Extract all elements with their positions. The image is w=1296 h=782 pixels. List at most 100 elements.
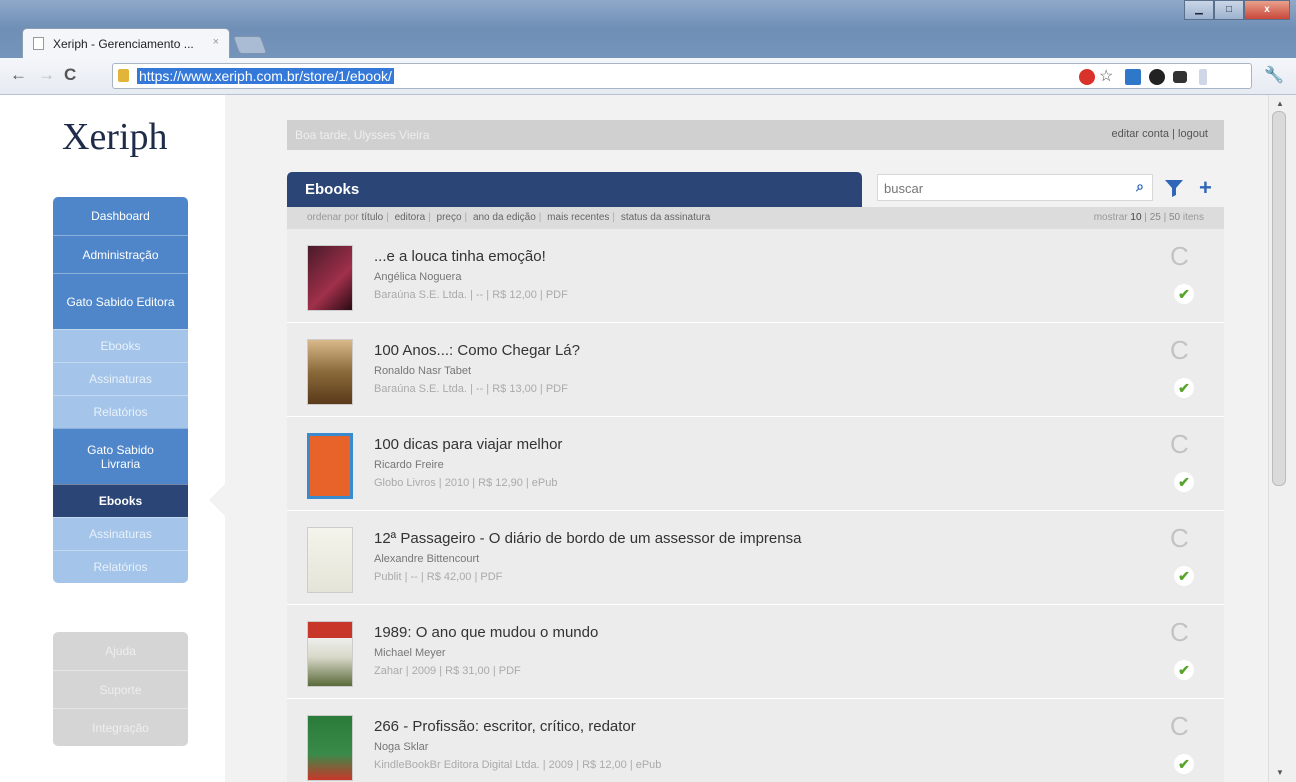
sidebar-item-dashboard[interactable]: Dashboard [53, 197, 188, 235]
status-c-icon[interactable]: C [1170, 711, 1189, 742]
extension-faded-icon[interactable] [1199, 69, 1207, 85]
page-size-25[interactable]: 25 [1150, 212, 1161, 223]
book-title[interactable]: 100 dicas para viajar melhor [374, 436, 562, 453]
url-text[interactable]: https://www.xeriph.com.br/store/1/ebook/ [137, 68, 394, 84]
check-icon[interactable]: ✔ [1174, 660, 1194, 680]
sort-option-ano[interactable]: ano da edição [473, 212, 536, 223]
book-title[interactable]: ...e a louca tinha emoção! [374, 248, 546, 265]
book-meta: KindleBookBr Editora Digital Ltda. | 200… [374, 759, 662, 771]
ebook-row[interactable]: 100 Anos...: Como Chegar Lá? Ronaldo Nas… [287, 323, 1224, 417]
ebook-row[interactable]: 100 dicas para viajar melhor Ricardo Fre… [287, 417, 1224, 511]
binoculars-icon[interactable] [1173, 71, 1187, 83]
ebook-row[interactable]: ...e a louca tinha emoção! Angélica Nogu… [287, 229, 1224, 323]
search-input[interactable] [884, 178, 1114, 198]
ebook-list: ...e a louca tinha emoção! Angélica Nogu… [287, 229, 1224, 782]
sidebar-item-gato-sabido-livraria[interactable]: Gato Sabido Livraria [53, 428, 188, 484]
logout-link[interactable]: logout [1178, 128, 1208, 140]
book-cover[interactable] [307, 715, 353, 781]
extension-icon[interactable] [1125, 69, 1141, 85]
page-size-10[interactable]: 10 [1130, 212, 1141, 223]
book-meta: Globo Livros | 2010 | R$ 12,90 | ePub [374, 477, 558, 489]
help-item-ajuda[interactable]: Ajuda [53, 632, 188, 670]
scrollbar-thumb[interactable] [1272, 111, 1286, 486]
book-title[interactable]: 266 - Profissão: escritor, crítico, reda… [374, 718, 636, 735]
status-c-icon[interactable]: C [1170, 241, 1189, 272]
sort-option-preco[interactable]: preço [437, 212, 462, 223]
book-title[interactable]: 100 Anos...: Como Chegar Lá? [374, 342, 580, 359]
maximize-button[interactable]: □ [1214, 0, 1244, 20]
book-meta: Zahar | 2009 | R$ 31,00 | PDF [374, 665, 521, 677]
sort-option-editora[interactable]: editora [395, 212, 426, 223]
book-author: Ronaldo Nasr Tabet [374, 365, 472, 377]
block-extension-icon[interactable] [1079, 69, 1095, 85]
help-item-suporte[interactable]: Suporte [53, 670, 188, 708]
lock-icon [118, 69, 129, 82]
address-bar[interactable]: https://www.xeriph.com.br/store/1/ebook/… [112, 63, 1252, 89]
sidebar-item-livraria-ebooks[interactable]: Ebooks [53, 484, 188, 517]
status-c-icon[interactable]: C [1170, 617, 1189, 648]
close-window-button[interactable]: x [1244, 0, 1290, 20]
sort-option-status[interactable]: status da assinatura [621, 212, 711, 223]
minimize-button[interactable]: ▁ [1184, 0, 1214, 20]
scroll-up-arrow-icon[interactable]: ▲ [1276, 99, 1284, 108]
section-header: Ebooks [287, 172, 862, 207]
reload-icon[interactable]: C [64, 65, 76, 85]
check-icon[interactable]: ✔ [1174, 378, 1194, 398]
sort-prefix: ordenar por [307, 212, 359, 223]
tab-close-icon[interactable]: × [213, 36, 219, 48]
help-item-integracao[interactable]: Integração [53, 708, 188, 746]
browser-chrome: Xeriph - Gerenciamento ... × ▁ □ x ← → C… [0, 0, 1296, 95]
book-cover[interactable] [307, 527, 353, 593]
book-cover[interactable] [307, 245, 353, 311]
back-arrow-icon[interactable]: ← [10, 65, 27, 85]
book-title[interactable]: 1989: O ano que mudou o mundo [374, 624, 598, 641]
extension-dark-icon[interactable] [1149, 69, 1165, 85]
ebook-row[interactable]: 266 - Profissão: escritor, crítico, reda… [287, 699, 1224, 782]
edit-account-link[interactable]: editar conta [1112, 128, 1169, 140]
vertical-scrollbar[interactable]: ▲ ▼ [1268, 95, 1296, 782]
greeting-bar: Boa tarde, Ulysses Vieira editar conta |… [287, 120, 1224, 150]
book-cover[interactable] [307, 433, 353, 499]
book-cover[interactable] [307, 621, 353, 687]
sidebar-item-editora-assinaturas[interactable]: Assinaturas [53, 362, 188, 395]
help-nav: Ajuda Suporte Integração [53, 632, 188, 746]
new-tab-button[interactable] [232, 36, 268, 54]
search-icon[interactable]: ⌕ [1136, 178, 1144, 195]
left-pane: Xeriph Dashboard Administração Gato Sabi… [0, 95, 225, 782]
check-icon[interactable]: ✔ [1174, 284, 1194, 304]
check-icon[interactable]: ✔ [1174, 566, 1194, 586]
sidebar-item-livraria-assinaturas[interactable]: Assinaturas [53, 517, 188, 550]
wrench-icon[interactable]: 🔧 [1264, 65, 1284, 85]
page: Xeriph Dashboard Administração Gato Sabi… [0, 95, 1268, 782]
status-c-icon[interactable]: C [1170, 335, 1189, 366]
sidebar-item-editora-ebooks[interactable]: Ebooks [53, 329, 188, 362]
add-ebook-icon[interactable]: + [1199, 175, 1212, 201]
ebook-row[interactable]: 12ª Passageiro - O diário de bordo de um… [287, 511, 1224, 605]
check-icon[interactable]: ✔ [1174, 754, 1194, 774]
book-cover[interactable] [307, 339, 353, 405]
sidebar-item-gato-sabido-editora[interactable]: Gato Sabido Editora [53, 273, 188, 329]
scroll-down-arrow-icon[interactable]: ▼ [1276, 768, 1284, 777]
sort-option-recentes[interactable]: mais recentes [547, 212, 609, 223]
page-icon [33, 37, 44, 50]
status-c-icon[interactable]: C [1170, 523, 1189, 554]
greeting-text: Boa tarde, Ulysses Vieira [295, 128, 430, 142]
sort-option-titulo[interactable]: título [361, 212, 383, 223]
xeriph-logo[interactable]: Xeriph [62, 115, 168, 159]
page-size-50[interactable]: 50 [1169, 212, 1180, 223]
sidebar-item-livraria-relatorios[interactable]: Relatórios [53, 550, 188, 583]
ebook-row[interactable]: 1989: O ano que mudou o mundo Michael Me… [287, 605, 1224, 699]
star-icon[interactable]: ☆ [1099, 66, 1113, 86]
account-links-separator: | [1172, 128, 1175, 140]
book-title[interactable]: 12ª Passageiro - O diário de bordo de um… [374, 530, 801, 547]
sidebar-item-administracao[interactable]: Administração [53, 235, 188, 273]
forward-arrow-icon[interactable]: → [38, 65, 55, 85]
status-c-icon[interactable]: C [1170, 429, 1189, 460]
book-meta: Publit | -- | R$ 42,00 | PDF [374, 571, 503, 583]
browser-tab[interactable]: Xeriph - Gerenciamento ... × [22, 28, 230, 58]
sidebar-item-editora-relatorios[interactable]: Relatórios [53, 395, 188, 428]
check-icon[interactable]: ✔ [1174, 472, 1194, 492]
book-author: Angélica Noguera [374, 271, 462, 283]
filter-icon[interactable] [1163, 178, 1185, 198]
section-title: Ebooks [305, 181, 360, 198]
